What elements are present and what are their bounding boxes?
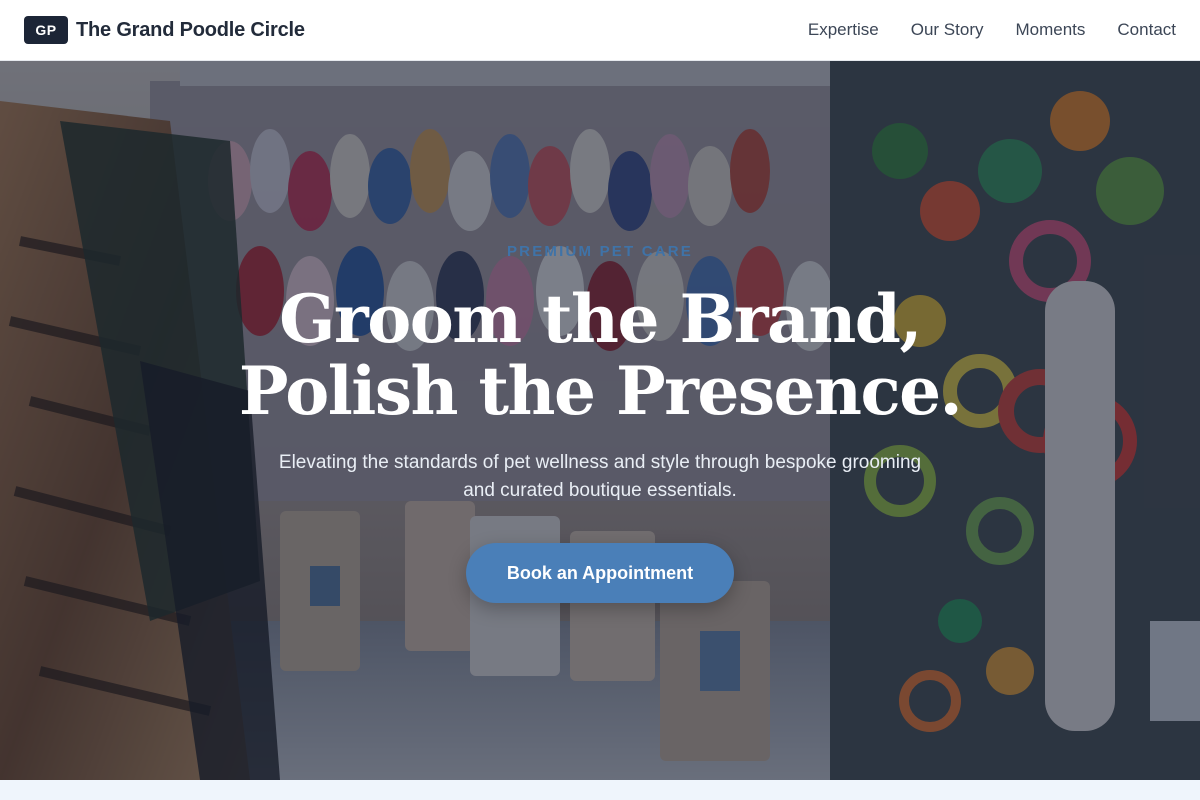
site-header: GP The Grand Poodle Circle Expertise Our… (0, 0, 1200, 61)
hero-headline-line1: Groom the Brand, (279, 280, 922, 358)
brand-name[interactable]: The Grand Poodle Circle (76, 19, 305, 42)
hero-headline: Groom the Brand, Polish the Presence. (0, 283, 1200, 427)
main-nav: Expertise Our Story Moments Contact (776, 20, 1176, 40)
logo-mark[interactable]: GP (24, 16, 68, 44)
brand[interactable]: GP The Grand Poodle Circle (24, 16, 305, 44)
nav-link-our-story[interactable]: Our Story (911, 20, 984, 40)
book-appointment-button[interactable]: Book an Appointment (466, 543, 734, 603)
next-section-strip (0, 780, 1200, 800)
hero-subtext: Elevating the standards of pet wellness … (278, 452, 922, 501)
hero-eyebrow: PREMIUM PET CARE (506, 243, 694, 260)
nav-link-contact[interactable]: Contact (1117, 20, 1176, 40)
nav-link-expertise[interactable]: Expertise (808, 20, 879, 40)
hero-content: PREMIUM PET CARE Groom the Brand, Polish… (0, 61, 1200, 780)
nav-link-moments[interactable]: Moments (1015, 20, 1085, 40)
hero-section: PREMIUM PET CARE Groom the Brand, Polish… (0, 61, 1200, 780)
hero-headline-line2: Polish the Presence. (238, 352, 963, 430)
